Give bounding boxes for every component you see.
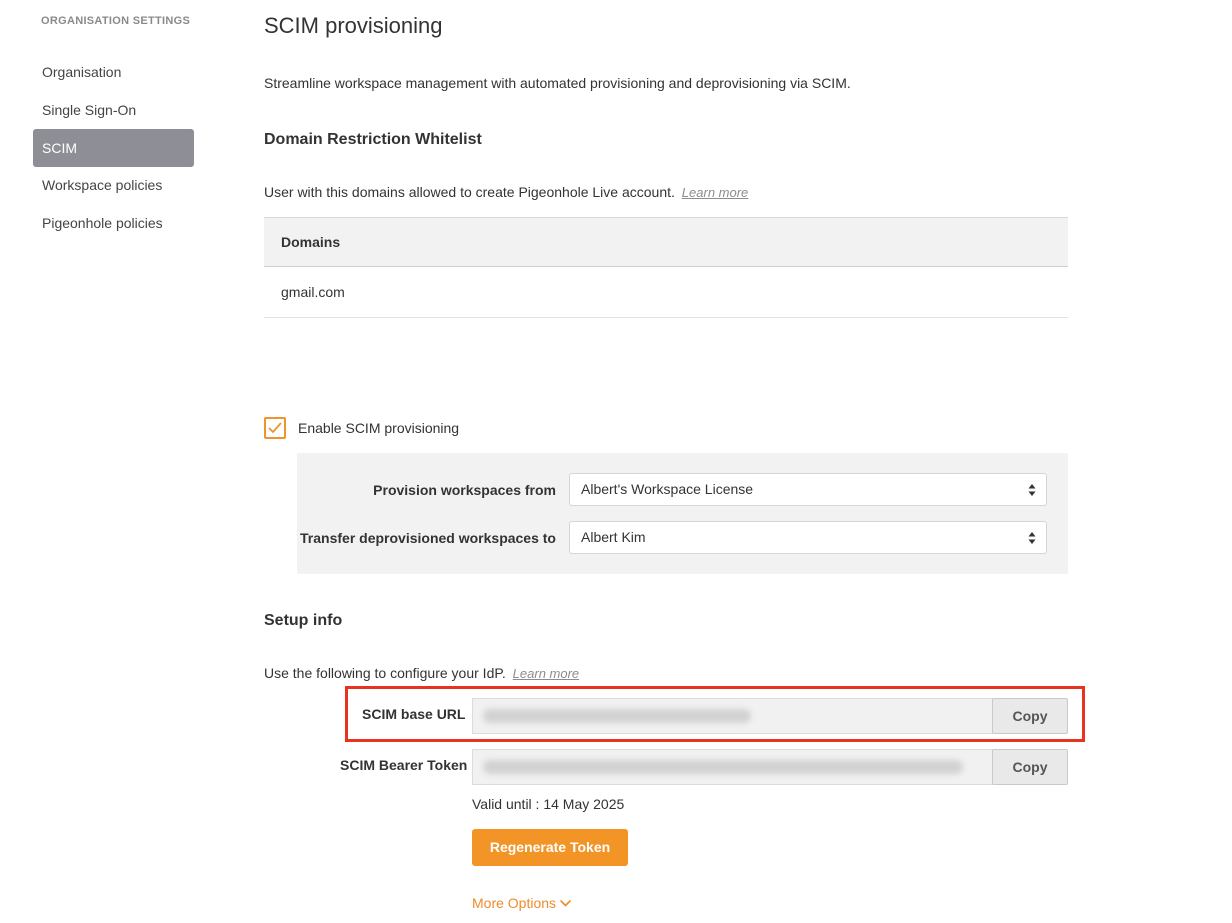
more-options-label: More Options [472, 895, 557, 911]
provision-from-label: Provision workspaces from [373, 482, 556, 498]
setup-info-text: Use the following to configure your IdP.… [264, 665, 579, 681]
redacted-token [483, 760, 963, 774]
provision-from-select[interactable]: Albert's Workspace License [569, 473, 1047, 506]
provision-from-value: Albert's Workspace License [581, 481, 754, 497]
sidebar: ORGANISATION SETTINGS Organisation Singl… [0, 0, 210, 923]
transfer-to-label: Transfer deprovisioned workspaces to [300, 530, 556, 546]
highlight-box [345, 686, 1085, 742]
scim-bearer-token-label: SCIM Bearer Token [340, 757, 468, 773]
enable-scim-label: Enable SCIM provisioning [298, 420, 460, 436]
domain-section-text: User with this domains allowed to create… [264, 184, 748, 200]
checkmark-icon [268, 422, 282, 433]
sidebar-heading: ORGANISATION SETTINGS [41, 15, 191, 27]
setup-learn-more-link[interactable]: Learn more [513, 666, 579, 681]
chevron-down-icon [560, 899, 571, 906]
domain-table: Domains gmail.com [264, 217, 1068, 318]
table-row: gmail.com [264, 267, 1068, 318]
page-description: Streamline workspace management with aut… [264, 75, 851, 91]
copy-bearer-token-button[interactable]: Copy [992, 749, 1068, 785]
domain-table-header: Domains [264, 217, 1068, 267]
setup-info-title: Setup info [264, 612, 343, 629]
sidebar-item-workspace-policies[interactable]: Workspace policies [33, 166, 194, 204]
scim-bearer-token-field[interactable] [472, 749, 993, 785]
sidebar-item-single-sign-on[interactable]: Single Sign-On [33, 91, 194, 129]
token-valid-until: Valid until : 14 May 2025 [472, 796, 625, 812]
page-title: SCIM provisioning [264, 13, 443, 38]
regenerate-token-button[interactable]: Regenerate Token [472, 829, 628, 866]
select-arrows-icon [1028, 484, 1036, 496]
sidebar-item-organisation[interactable]: Organisation [33, 53, 194, 91]
sidebar-item-scim[interactable]: SCIM [33, 129, 194, 167]
enable-scim-checkbox[interactable] [264, 417, 286, 439]
transfer-to-value: Albert Kim [581, 529, 646, 545]
provision-settings-panel: Provision workspaces from Albert's Works… [297, 453, 1068, 574]
sidebar-item-pigeonhole-policies[interactable]: Pigeonhole policies [33, 204, 194, 242]
domain-learn-more-link[interactable]: Learn more [682, 185, 748, 200]
more-options-toggle[interactable]: More Options [472, 895, 571, 911]
domain-section-title: Domain Restriction Whitelist [264, 131, 482, 148]
domain-text: User with this domains allowed to create… [264, 184, 675, 200]
select-arrows-icon [1028, 532, 1036, 544]
setup-text: Use the following to configure your IdP. [264, 665, 506, 681]
transfer-to-select[interactable]: Albert Kim [569, 521, 1047, 554]
enable-scim-toggle[interactable]: Enable SCIM provisioning [264, 416, 459, 440]
